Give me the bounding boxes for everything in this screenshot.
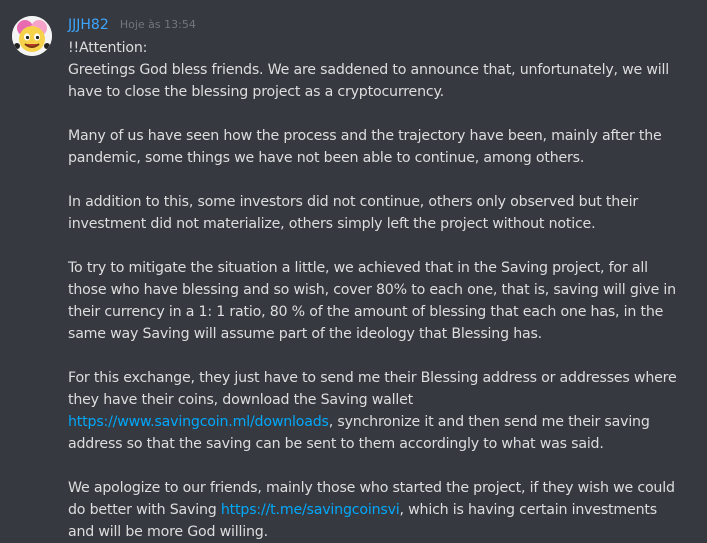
author-username[interactable]: JJJH82 (68, 17, 109, 33)
paragraph-saving-project: To try to mitigate the situation a littl… (68, 260, 676, 342)
attention-line: !!Attention: (68, 40, 148, 56)
message-header: JJJH82 Hoje às 13:54 (68, 14, 196, 35)
cartoon-face-avatar-icon (12, 16, 52, 56)
telegram-link[interactable]: https://t.me/savingcoinsvi (221, 502, 400, 518)
chat-message: JJJH82 Hoje às 13:54 !!Attention: Greeti… (0, 0, 707, 543)
user-avatar[interactable] (12, 16, 52, 56)
paragraph-investors: In addition to this, some investors did … (68, 194, 638, 232)
downloads-link[interactable]: https://www.savingcoin.ml/downloads (68, 414, 329, 430)
paragraph-exchange-text-1: For this exchange, they just have to sen… (68, 370, 677, 408)
paragraph-exchange: For this exchange, they just have to sen… (68, 367, 680, 455)
paragraph-apology: We apologize to our friends, mainly thos… (68, 477, 680, 543)
message-timestamp: Hoje às 13:54 (119, 18, 196, 31)
greetings-paragraph: Greetings God bless friends. We are sadd… (68, 62, 670, 100)
paragraph-pandemic: Many of us have seen how the process and… (68, 128, 662, 166)
message-content: !!Attention: Greetings God bless friends… (68, 37, 680, 543)
